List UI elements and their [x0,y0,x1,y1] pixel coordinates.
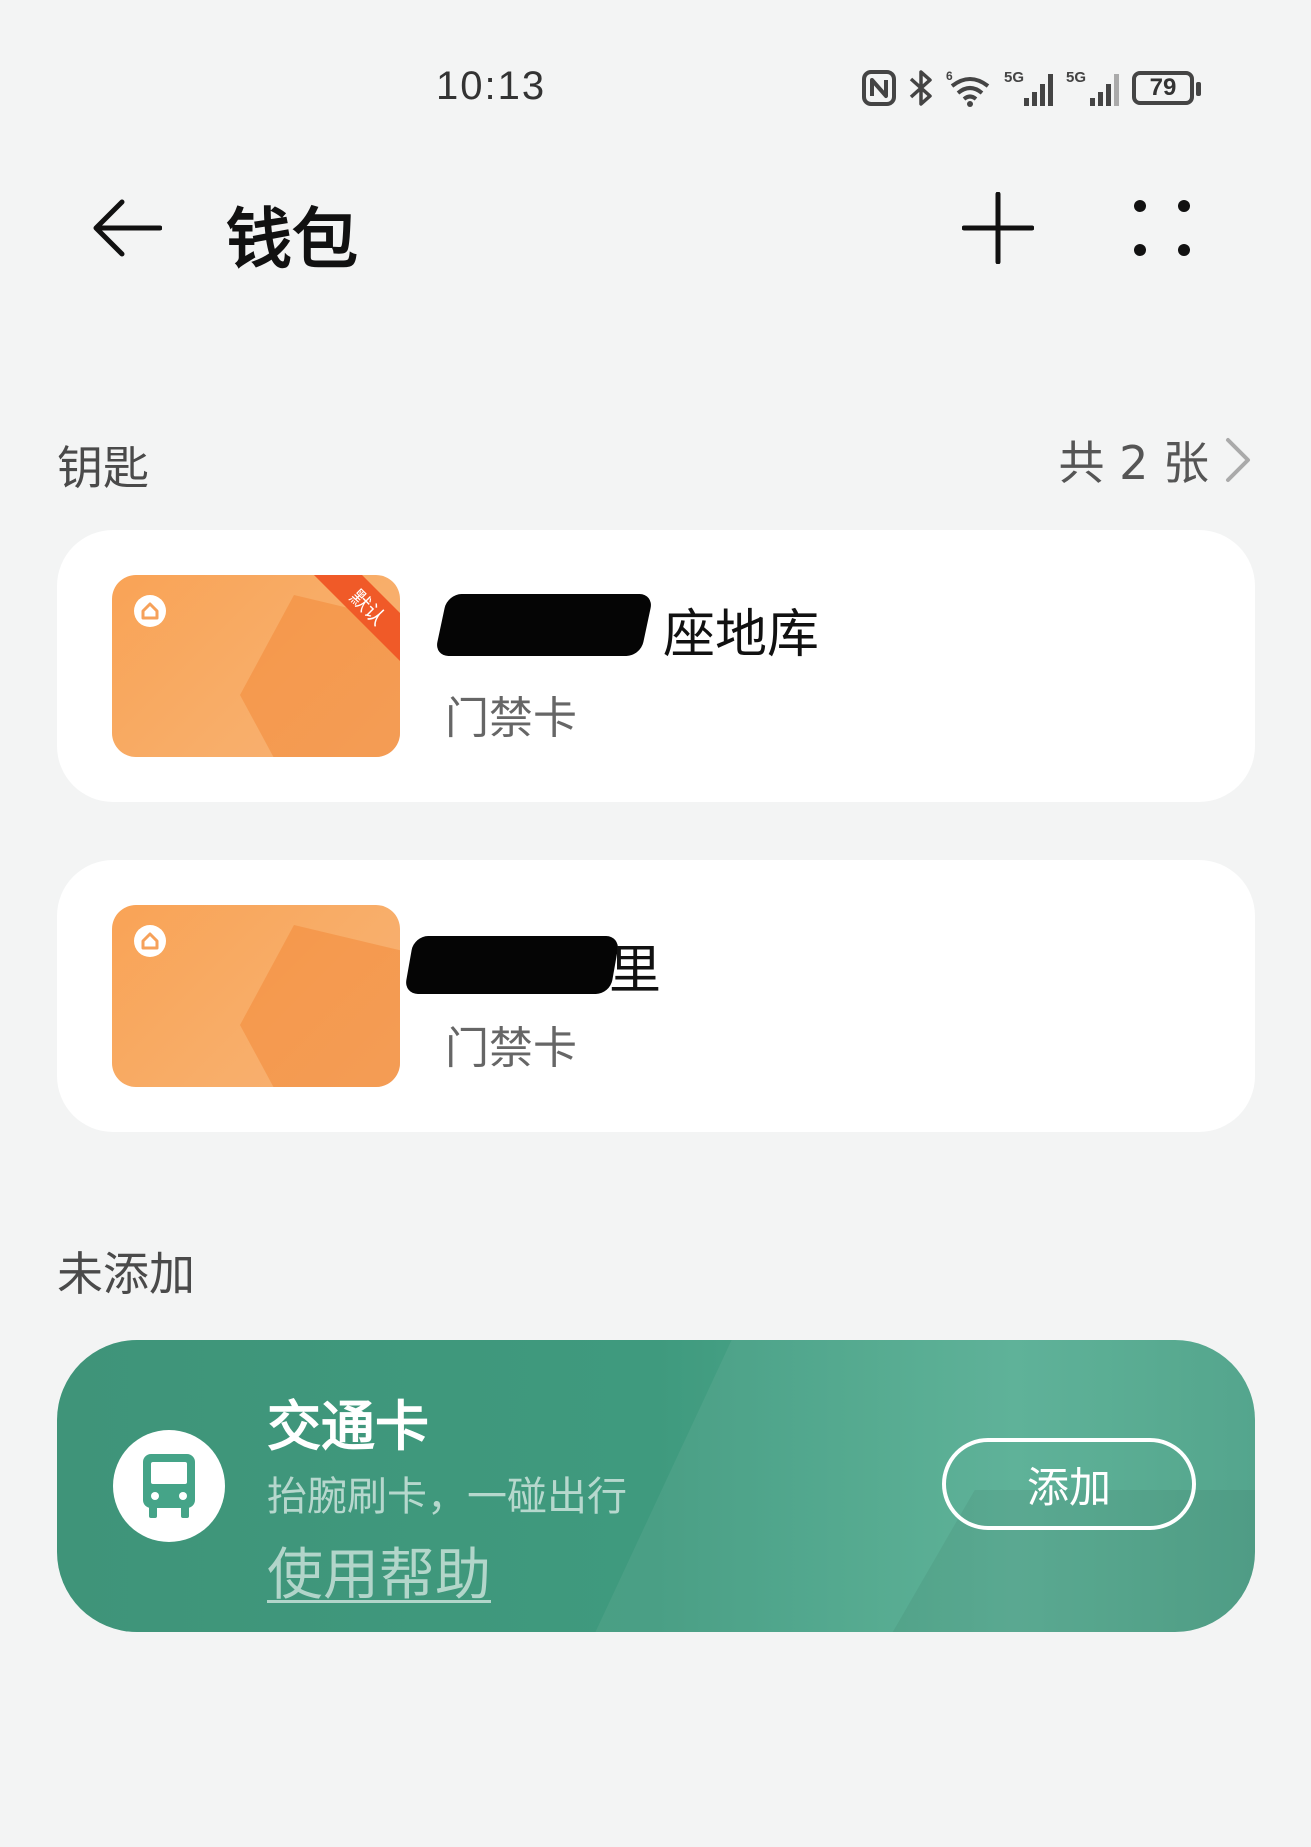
add-card-button[interactable] [958,188,1038,268]
svg-text:5G: 5G [1066,69,1086,86]
back-button[interactable] [86,188,166,268]
key-card-1[interactable]: 默认 座地库 门禁卡 [57,530,1255,802]
arrow-left-icon [93,199,162,257]
home-icon [134,595,166,627]
not-added-section-title: 未添加 [57,1247,195,1301]
key-card-thumbnail: 默认 [112,575,400,757]
home-icon [134,925,166,957]
redacted-block [403,936,621,994]
signal-5g-icon: 5G [1066,69,1119,106]
transit-card-title: 交通卡 [267,1395,429,1458]
key-card-name: 里 [609,941,662,1001]
four-dots-icon [1134,200,1190,256]
svg-text:5G: 5G [1004,69,1024,86]
signal-5g-icon: 5G [1004,69,1053,106]
keys-count-label: 共 2 张 [1058,436,1209,490]
add-transit-card-button[interactable]: 添加 [942,1438,1196,1530]
bus-icon [113,1430,225,1542]
key-card-type: 门禁卡 [445,1023,577,1074]
bluetooth-icon [909,70,932,106]
key-card-name: 座地库 [663,605,820,665]
keys-section-title: 钥匙 [57,441,149,495]
svg-text:6: 6 [946,69,953,83]
wifi-icon: 6 [946,69,990,107]
page-title: 钱包 [226,201,358,278]
transit-card-subtitle: 抬腕刷卡，一碰出行 [267,1474,627,1520]
nfc-icon [862,70,896,106]
status-icons: 6 5G 5G 79 [862,64,1201,112]
key-card-2[interactable]: 里 门禁卡 [57,860,1255,1132]
plus-icon [962,192,1034,264]
battery-icon: 79 [1132,71,1201,105]
key-card-type: 门禁卡 [445,693,577,744]
status-time: 10:13 [436,64,547,108]
transit-card-promo[interactable]: 交通卡 抬腕刷卡，一碰出行 使用帮助 添加 [57,1340,1255,1632]
key-card-thumbnail [112,905,400,1087]
more-button[interactable] [1122,188,1202,268]
chevron-right-icon [1226,438,1250,482]
keys-count-link[interactable]: 共 2 张 [1058,432,1251,490]
help-link[interactable]: 使用帮助 [267,1530,491,1611]
redacted-block [434,594,654,656]
